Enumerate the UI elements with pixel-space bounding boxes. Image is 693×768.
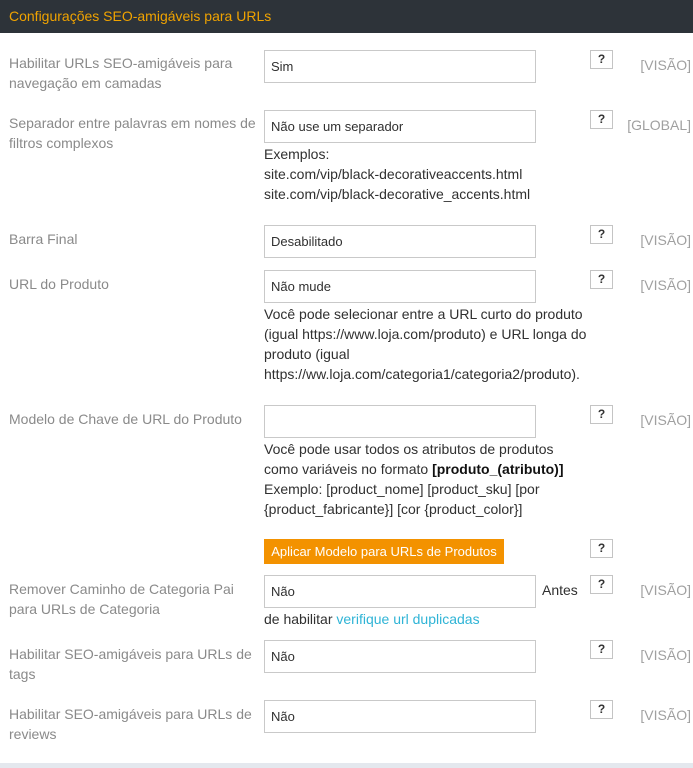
separator-note-example-1: site.com/vip/black-decorativeaccents.htm… — [264, 166, 523, 182]
remove-parent-path-note-start: Antes — [542, 582, 578, 598]
product-url-scope: [VISÃO] — [640, 277, 691, 293]
reviews-seo-label: Habilitar SEO-amigáveis para URLs de rev… — [9, 706, 252, 742]
url-key-template-input[interactable] — [264, 405, 536, 438]
layered-navigation-label: Habilitar URLs SEO-amigáveis para navega… — [9, 55, 233, 91]
remove-parent-path-select[interactable]: Não — [264, 575, 536, 608]
apply-template-help-button[interactable]: ? — [590, 539, 613, 558]
product-url-note: Você pode selecionar entre a URL curto d… — [264, 306, 587, 382]
layered-navigation-scope: [VISÃO] — [640, 57, 691, 73]
separator-note-title: Exemplos: — [264, 146, 330, 162]
remove-parent-path-note: de habilitar verifique url duplicadas — [264, 609, 594, 629]
reviews-seo-scope: [VISÃO] — [640, 707, 691, 723]
url-key-template-note: Você pode usar todos os atributos de pro… — [264, 439, 564, 519]
url-key-template-label: Modelo de Chave de URL do Produto — [9, 411, 242, 427]
remove-parent-path-scope: [VISÃO] — [640, 582, 691, 598]
section-header[interactable]: Configurações SEO-amigáveis para URLs — [0, 0, 693, 33]
trailing-slash-label: Barra Final — [9, 231, 78, 247]
separator-note: Exemplos: site.com/vip/black-decorativea… — [264, 144, 594, 204]
product-url-select[interactable]: Não mude — [264, 270, 536, 303]
remove-parent-path-note-text: de habilitar — [264, 611, 337, 627]
separator-scope: [GLOBAL] — [627, 117, 691, 133]
url-key-template-note-format: [produto_(atributo)] — [432, 461, 564, 477]
tags-seo-label: Habilitar SEO-amigáveis para URLs de tag… — [9, 646, 252, 682]
tags-seo-scope: [VISÃO] — [640, 647, 691, 663]
remove-parent-path-label: Remover Caminho de Categoria Pai para UR… — [9, 581, 234, 617]
check-duplicate-urls-link[interactable]: verifique url duplicadas — [336, 611, 479, 627]
tags-seo-select[interactable]: Não — [264, 640, 536, 673]
url-key-template-note-example: Exemplo: [product_nome] [product_sku] [p… — [264, 481, 540, 517]
bottom-border — [0, 763, 693, 768]
layered-navigation-select[interactable]: Sim — [264, 50, 536, 83]
separator-label: Separador entre palavras em nomes de fil… — [9, 115, 256, 151]
trailing-slash-select[interactable]: Desabilitado — [264, 225, 536, 258]
product-url-label: URL do Produto — [9, 276, 109, 292]
url-key-template-scope: [VISÃO] — [640, 412, 691, 428]
reviews-seo-select[interactable]: Não — [264, 700, 536, 733]
separator-note-example-2: site.com/vip/black-decorative_accents.ht… — [264, 186, 531, 202]
section-title: Configurações SEO-amigáveis para URLs — [9, 8, 272, 24]
trailing-slash-scope: [VISÃO] — [640, 232, 691, 248]
apply-template-button[interactable]: Aplicar Modelo para URLs de Produtos — [264, 539, 504, 564]
separator-select[interactable]: Não use um separador — [264, 110, 536, 143]
